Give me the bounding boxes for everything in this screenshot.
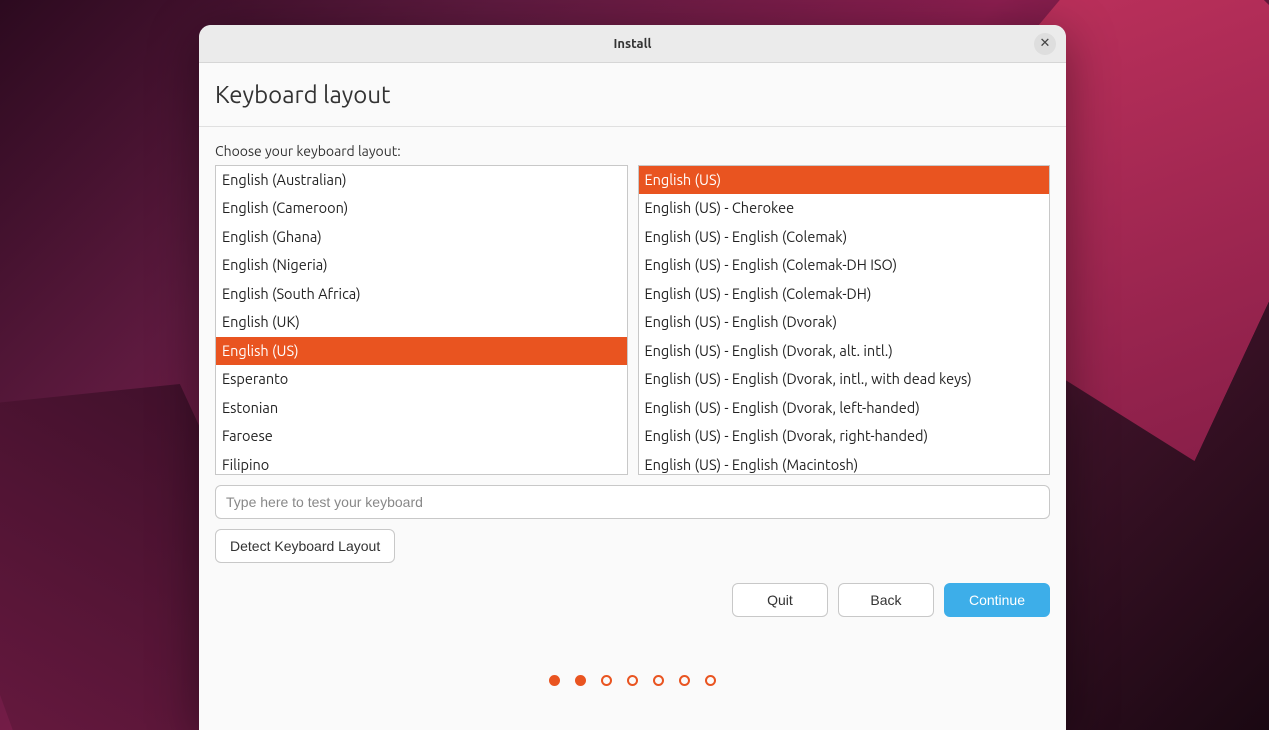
list-item[interactable]: English (Nigeria) — [216, 251, 627, 279]
page-header: Keyboard layout — [199, 63, 1066, 127]
titlebar: Install ✕ — [199, 25, 1066, 63]
installer-window: Install ✕ Keyboard layout Choose your ke… — [199, 25, 1066, 730]
list-item[interactable]: English (US) - English (Dvorak, alt. int… — [639, 337, 1050, 365]
list-item[interactable]: English (Ghana) — [216, 223, 627, 251]
progress-dots — [215, 675, 1050, 686]
progress-dot — [549, 675, 560, 686]
list-item[interactable]: English (US) — [216, 337, 627, 365]
list-item[interactable]: English (South Africa) — [216, 280, 627, 308]
detect-layout-button[interactable]: Detect Keyboard Layout — [215, 529, 395, 563]
layout-country-list[interactable]: English (Australian)English (Cameroon)En… — [215, 165, 628, 475]
list-item[interactable]: Filipino — [216, 451, 627, 475]
window-title: Install — [614, 37, 652, 51]
list-item[interactable]: English (Cameroon) — [216, 194, 627, 222]
list-item[interactable]: English (US) - English (Colemak) — [639, 223, 1050, 251]
progress-dot — [627, 675, 638, 686]
nav-buttons: Quit Back Continue — [215, 583, 1050, 617]
progress-dot — [601, 675, 612, 686]
back-button[interactable]: Back — [838, 583, 934, 617]
list-item[interactable]: English (US) - English (Macintosh) — [639, 451, 1050, 475]
progress-dot — [575, 675, 586, 686]
list-item[interactable]: Esperanto — [216, 365, 627, 393]
list-item[interactable]: English (US) — [639, 166, 1050, 194]
page-title: Keyboard layout — [215, 81, 1050, 108]
close-icon[interactable]: ✕ — [1034, 33, 1056, 55]
list-item[interactable]: English (US) - Cherokee — [639, 194, 1050, 222]
progress-dot — [653, 675, 664, 686]
content-area: Keyboard layout Choose your keyboard lay… — [199, 63, 1066, 730]
list-item[interactable]: English (US) - English (Colemak-DH) — [639, 280, 1050, 308]
layout-prompt: Choose your keyboard layout: — [215, 143, 1050, 159]
list-item[interactable]: Faroese — [216, 422, 627, 450]
layout-variant-list[interactable]: English (US)English (US) - CherokeeEngli… — [638, 165, 1051, 475]
list-item[interactable]: English (US) - English (Dvorak, right-ha… — [639, 422, 1050, 450]
list-item[interactable]: English (US) - English (Colemak-DH ISO) — [639, 251, 1050, 279]
list-item[interactable]: English (US) - English (Dvorak, left-han… — [639, 394, 1050, 422]
list-item[interactable]: English (Australian) — [216, 166, 627, 194]
list-item[interactable]: Estonian — [216, 394, 627, 422]
continue-button[interactable]: Continue — [944, 583, 1050, 617]
list-item[interactable]: English (US) - English (Dvorak, intl., w… — [639, 365, 1050, 393]
progress-dot — [679, 675, 690, 686]
list-item[interactable]: English (US) - English (Dvorak) — [639, 308, 1050, 336]
list-item[interactable]: English (UK) — [216, 308, 627, 336]
keyboard-test-input[interactable] — [215, 485, 1050, 519]
progress-dot — [705, 675, 716, 686]
quit-button[interactable]: Quit — [732, 583, 828, 617]
layout-lists: English (Australian)English (Cameroon)En… — [215, 165, 1050, 475]
